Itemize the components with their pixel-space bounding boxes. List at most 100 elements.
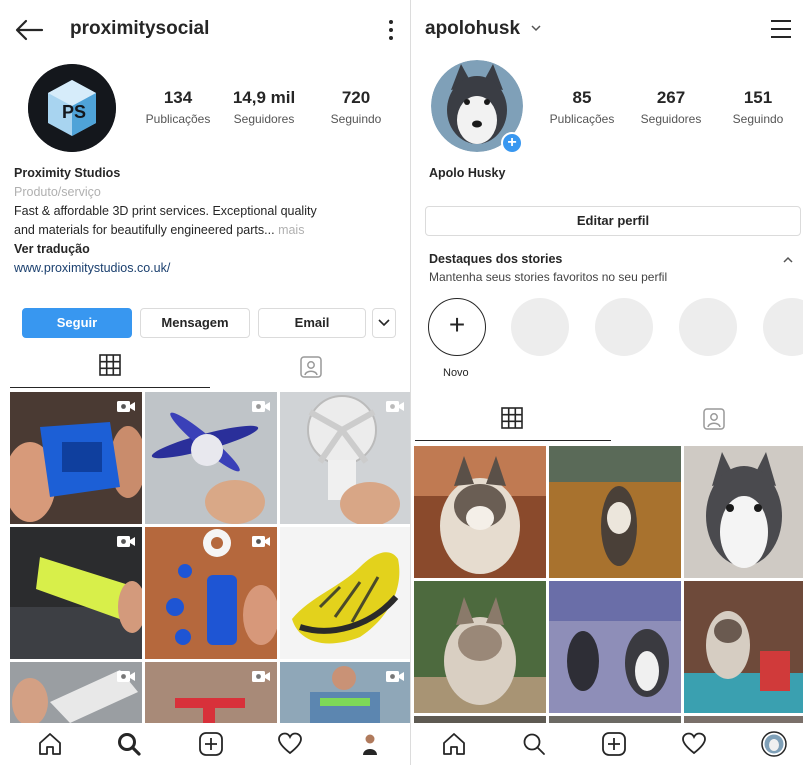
- bottom-navigation: [411, 723, 803, 765]
- new-highlight-button[interactable]: +: [428, 298, 486, 356]
- video-camera-icon: [252, 401, 270, 412]
- profile-bio: Proximity Studios Produto/serviço Fast &…: [14, 164, 399, 278]
- video-camera-icon: [117, 671, 135, 682]
- svg-text:PS: PS: [62, 102, 86, 122]
- stat-following-label: Seguindo: [330, 112, 382, 126]
- search-icon[interactable]: [521, 731, 547, 757]
- profile-bio: Apolo Husky: [429, 164, 505, 183]
- post-tile[interactable]: [684, 716, 803, 723]
- avatar[interactable]: PS: [28, 64, 116, 152]
- chevron-down-icon: [531, 25, 541, 32]
- husky-photo: [684, 446, 803, 578]
- post-tile[interactable]: [549, 716, 681, 723]
- edit-profile-button[interactable]: Editar perfil: [425, 206, 801, 236]
- stat-following-label: Seguindo: [732, 112, 784, 126]
- post-tile[interactable]: [10, 392, 142, 524]
- right-profile-screen: apolohusk + 85 Publicações 267 Seguidore…: [411, 0, 803, 765]
- stat-followers-value: 267: [656, 88, 686, 107]
- translate-link[interactable]: Ver tradução: [14, 240, 399, 259]
- profile-username: proximitysocial: [70, 18, 210, 39]
- tab-active-indicator: [10, 387, 210, 388]
- back-arrow-icon[interactable]: [14, 16, 44, 44]
- stat-following[interactable]: 151 Seguindo: [719, 88, 797, 126]
- video-camera-icon: [117, 401, 135, 412]
- tagged-photos-icon[interactable]: [703, 408, 725, 430]
- stat-posts-value: 85: [572, 88, 592, 107]
- stat-posts[interactable]: 134 Publicações: [137, 88, 219, 126]
- highlights-title: Destaques dos stories: [429, 252, 563, 266]
- stat-followers-value: 14,9 mil: [232, 88, 296, 107]
- proximity-logo-image: PS: [28, 64, 116, 152]
- website-link[interactable]: www.proximitystudios.co.uk/: [14, 259, 399, 278]
- highlights-subtitle: Mantenha seus stories favoritos no seu p…: [429, 270, 668, 284]
- post-tile[interactable]: [414, 716, 546, 723]
- stat-followers[interactable]: 267 Seguidores: [630, 88, 712, 126]
- email-button[interactable]: Email: [258, 308, 366, 338]
- follow-button[interactable]: Seguir: [22, 308, 132, 338]
- post-tile[interactable]: [145, 527, 277, 659]
- highlight-placeholder: [595, 298, 653, 356]
- stat-followers-label: Seguidores: [233, 112, 295, 126]
- suggestions-dropdown-button[interactable]: [372, 308, 396, 338]
- chevron-up-icon[interactable]: [783, 256, 793, 263]
- account-switcher[interactable]: apolohusk: [425, 18, 541, 40]
- stat-following-value: 720: [341, 88, 371, 107]
- post-tile[interactable]: [10, 662, 142, 723]
- post-tile[interactable]: [280, 662, 411, 723]
- new-highlight-label: Novo: [443, 367, 469, 379]
- post-tile[interactable]: [145, 392, 277, 524]
- highlight-placeholder: [763, 298, 803, 356]
- husky-photo: [414, 581, 546, 713]
- post-tile[interactable]: [684, 446, 803, 578]
- stat-following[interactable]: 720 Seguindo: [318, 88, 394, 126]
- video-camera-icon: [117, 536, 135, 547]
- husky-photo: [414, 446, 546, 578]
- heart-icon[interactable]: [277, 731, 303, 757]
- stat-followers-label: Seguidores: [640, 112, 702, 126]
- tab-active-indicator: [415, 440, 611, 441]
- left-profile-screen: proximitysocial PS 134 Publicações 14,9 …: [0, 0, 411, 765]
- bottom-navigation: [0, 723, 411, 765]
- grid-icon[interactable]: [501, 407, 523, 429]
- top-bar: proximitysocial: [0, 0, 411, 60]
- profile-icon[interactable]: [761, 731, 787, 757]
- search-icon[interactable]: [116, 731, 142, 757]
- video-camera-icon: [252, 671, 270, 682]
- hamburger-menu-icon[interactable]: [769, 18, 793, 40]
- stat-following-value: 151: [743, 88, 773, 107]
- bio-line-2: and materials for beautifully engineered…: [14, 223, 275, 237]
- husky-photo: [684, 581, 803, 713]
- bio-line-1: Fast & affordable 3D print services. Exc…: [14, 204, 317, 218]
- add-post-icon[interactable]: [198, 731, 224, 757]
- add-post-icon[interactable]: [601, 731, 627, 757]
- stat-posts-label: Publicações: [549, 112, 615, 126]
- stat-followers[interactable]: 14,9 mil Seguidores: [224, 88, 304, 126]
- post-tile[interactable]: [414, 446, 546, 578]
- post-tile[interactable]: [549, 446, 681, 578]
- post-tile[interactable]: [10, 527, 142, 659]
- message-button[interactable]: Mensagem: [140, 308, 250, 338]
- home-icon[interactable]: [37, 731, 63, 757]
- stat-posts[interactable]: 85 Publicações: [541, 88, 623, 126]
- highlight-placeholder: [679, 298, 737, 356]
- profile-name: Apolo Husky: [429, 166, 506, 180]
- bio-more-link[interactable]: mais: [278, 223, 304, 237]
- more-options-icon[interactable]: [387, 18, 395, 42]
- post-tile[interactable]: [280, 527, 411, 659]
- heart-icon[interactable]: [681, 731, 707, 757]
- profile-icon[interactable]: [357, 731, 383, 757]
- add-story-button[interactable]: +: [501, 132, 523, 154]
- highlight-placeholder: [511, 298, 569, 356]
- printed-sneaker-image: [280, 527, 411, 659]
- post-tile[interactable]: [549, 581, 681, 713]
- post-tile[interactable]: [414, 581, 546, 713]
- post-tile[interactable]: [145, 662, 277, 723]
- stat-posts-value: 134: [163, 88, 193, 107]
- tagged-photos-icon[interactable]: [300, 356, 322, 378]
- post-tile[interactable]: [684, 581, 803, 713]
- profile-category: Produto/serviço: [14, 185, 101, 199]
- home-icon[interactable]: [441, 731, 467, 757]
- post-tile[interactable]: [280, 392, 411, 524]
- grid-icon[interactable]: [99, 354, 121, 376]
- video-camera-icon: [386, 671, 404, 682]
